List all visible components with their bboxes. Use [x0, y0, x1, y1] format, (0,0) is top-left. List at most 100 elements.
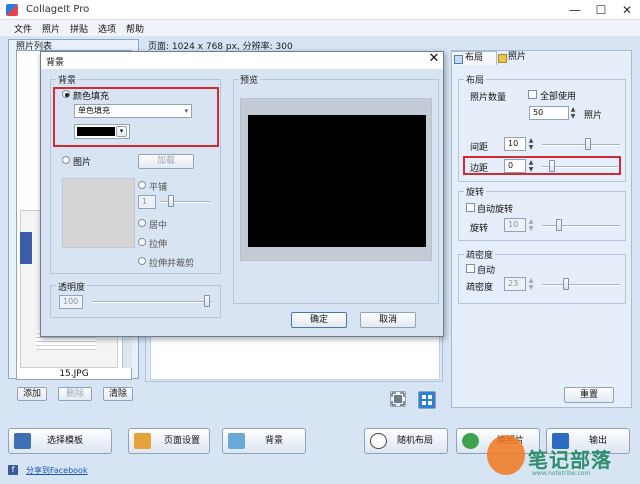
- photo-count-stepper[interactable]: ▲ ▼: [569, 106, 577, 120]
- rotation-input[interactable]: 10: [504, 218, 526, 232]
- margin-slider-handle[interactable]: [549, 160, 555, 172]
- rotation-slider-track[interactable]: [542, 225, 620, 227]
- background-button[interactable]: 背景: [222, 428, 306, 454]
- maximize-button[interactable]: ☐: [588, 0, 614, 20]
- photo-count-input[interactable]: 50: [529, 106, 569, 120]
- stretch-radio[interactable]: [138, 238, 146, 246]
- density-slider-handle[interactable]: [563, 278, 569, 290]
- fill-type-value: 单色填充: [78, 106, 110, 115]
- density-input[interactable]: 23: [504, 277, 526, 291]
- tab-photos-label: 照片: [508, 52, 527, 62]
- tile-radio[interactable]: [138, 181, 146, 189]
- center-radio[interactable]: [138, 219, 146, 227]
- tab-layout[interactable]: 布局: [451, 51, 497, 65]
- photo-count-label: 照片数量: [470, 93, 507, 103]
- tab-photos[interactable]: 照片: [496, 51, 536, 65]
- choose-template-button[interactable]: 选择模板: [8, 428, 112, 454]
- page-setup-button[interactable]: 页面设置: [128, 428, 210, 454]
- reset-button[interactable]: 重置: [564, 387, 614, 403]
- photo-list-scrollbar[interactable]: [122, 336, 132, 368]
- preview-canvas: [248, 115, 426, 247]
- window-title: CollageIt Pro: [26, 4, 90, 15]
- spacing-label: 间距: [470, 143, 489, 153]
- watermark-url: www.notetribe.com: [532, 470, 591, 477]
- use-all-checkbox[interactable]: [528, 90, 537, 99]
- watermark-logo: [487, 435, 525, 475]
- photos-tab-icon: [498, 54, 507, 63]
- color-dropdown-icon[interactable]: ▾: [116, 126, 127, 137]
- color-fill-radio[interactable]: [62, 90, 70, 98]
- remove-photo-button[interactable]: 删除: [58, 387, 92, 401]
- facebook-icon: f: [8, 465, 18, 475]
- app-logo-icon: [6, 4, 18, 16]
- margin-stepper[interactable]: ▲ ▼: [527, 159, 535, 173]
- fit-view-icon[interactable]: [390, 391, 406, 407]
- color-swatch: [77, 127, 115, 136]
- clear-photos-button[interactable]: 清除: [103, 387, 133, 401]
- auto-rotate-checkbox[interactable]: [466, 203, 475, 212]
- ok-button[interactable]: 确定: [291, 312, 347, 328]
- margin-label: 边距: [470, 164, 489, 174]
- stretch-crop-label: 拉伸并裁剪: [149, 259, 195, 269]
- preview-group-title: 预览: [238, 73, 261, 86]
- random-layout-label: 随机布局: [397, 436, 434, 446]
- use-all-label: 全部使用: [540, 92, 577, 102]
- color-fill-label: 颜色填充: [73, 92, 110, 102]
- image-radio[interactable]: [62, 156, 70, 164]
- density-stepper[interactable]: ▲ ▼: [527, 277, 535, 291]
- random-layout-button[interactable]: 随机布局: [364, 428, 448, 454]
- auto-density-label: 自动: [477, 266, 496, 276]
- density-slider-track[interactable]: [542, 284, 620, 286]
- add-photo-button[interactable]: 添加: [17, 387, 47, 401]
- menu-options[interactable]: 选项: [98, 22, 116, 35]
- center-label: 居中: [149, 221, 168, 231]
- share-facebook-link[interactable]: 分享到Facebook: [26, 465, 88, 476]
- fill-type-select[interactable]: 单色填充 ▾: [74, 104, 192, 118]
- rotation-group-title: 旋转: [464, 185, 487, 198]
- chevron-down-icon: ▾: [184, 107, 188, 115]
- collage-canvas[interactable]: [150, 330, 440, 380]
- rotation-stepper[interactable]: ▲ ▼: [527, 218, 535, 232]
- rotation-slider-handle[interactable]: [556, 219, 562, 231]
- spacing-slider-track[interactable]: [542, 144, 620, 146]
- auto-rotate-label: 自动旋转: [477, 205, 514, 215]
- photo-unit-label: 照片: [584, 111, 603, 121]
- load-image-button[interactable]: 加载: [138, 154, 194, 169]
- menu-photos[interactable]: 照片: [42, 22, 60, 35]
- menu-collage[interactable]: 拼贴: [70, 22, 88, 35]
- template-icon: [14, 433, 31, 449]
- thumbnail-image-part: [20, 232, 32, 264]
- page-setup-icon: [134, 433, 151, 449]
- layout-group-title: 布局: [464, 73, 487, 86]
- opacity-slider-handle[interactable]: [204, 295, 210, 307]
- spacing-slider-handle[interactable]: [585, 138, 591, 150]
- close-window-button[interactable]: ✕: [614, 0, 640, 20]
- tile-count-input[interactable]: 1: [138, 195, 156, 209]
- opacity-slider-track[interactable]: [92, 301, 212, 303]
- minimize-button[interactable]: —: [562, 0, 588, 20]
- choose-template-label: 选择模板: [47, 436, 84, 446]
- cancel-button[interactable]: 取消: [360, 312, 416, 328]
- menu-file[interactable]: 文件: [14, 22, 32, 35]
- title-bar: [0, 0, 640, 20]
- tab-layout-label: 布局: [465, 53, 484, 63]
- spacing-input[interactable]: 10: [504, 137, 526, 151]
- rotation-label: 旋转: [470, 224, 489, 234]
- watermark-text: 笔记部落: [528, 448, 612, 472]
- image-label: 图片: [73, 158, 92, 168]
- margin-input[interactable]: 0: [504, 159, 526, 173]
- photo-filename: 15.JPG: [59, 369, 89, 379]
- shuffle-icon: [462, 433, 479, 449]
- dialog-close-icon[interactable]: ✕: [428, 51, 440, 67]
- auto-density-checkbox[interactable]: [466, 264, 475, 273]
- stretch-crop-radio[interactable]: [138, 257, 146, 265]
- dice-icon: [370, 433, 387, 449]
- opacity-input[interactable]: 100: [59, 295, 83, 309]
- layout-tab-icon: [454, 55, 463, 64]
- menu-help[interactable]: 帮助: [126, 22, 144, 35]
- background-label: 背景: [265, 436, 284, 446]
- tile-slider-handle[interactable]: [168, 195, 174, 207]
- dialog-title-bar: [41, 52, 443, 69]
- spacing-stepper[interactable]: ▲ ▼: [527, 137, 535, 151]
- grid-view-icon[interactable]: [418, 391, 436, 409]
